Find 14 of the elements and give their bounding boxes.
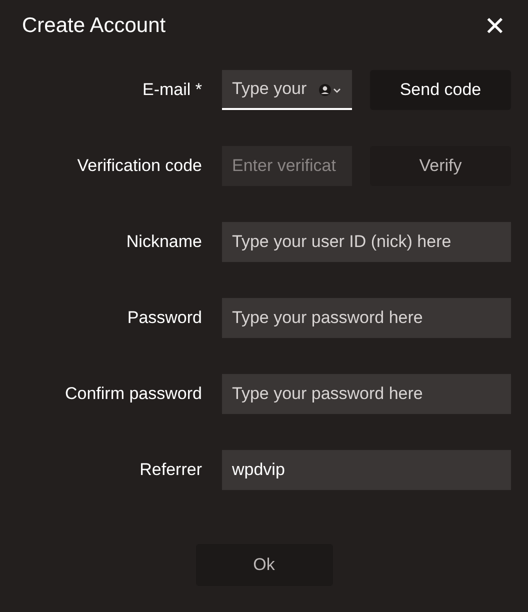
- window-title: Create Account: [22, 13, 166, 40]
- field-label: Password: [126, 307, 202, 330]
- field-label: Nickname: [125, 231, 202, 254]
- close-button[interactable]: ✕: [484, 13, 506, 39]
- field-label: E-mail *: [141, 79, 202, 102]
- input-field[interactable]: Type your password here: [222, 374, 511, 414]
- input-field[interactable]: wpdvip: [222, 450, 511, 490]
- action-button[interactable]: Send code: [370, 70, 511, 110]
- field-label: Referrer: [138, 459, 202, 482]
- field-label: Verification code: [76, 155, 202, 178]
- input-field[interactable]: Type your user ID (nick) here: [222, 222, 511, 262]
- input-field[interactable]: Type your: [222, 70, 352, 110]
- input-field[interactable]: Type your password here: [222, 298, 511, 338]
- field-label: Confirm password: [64, 383, 202, 406]
